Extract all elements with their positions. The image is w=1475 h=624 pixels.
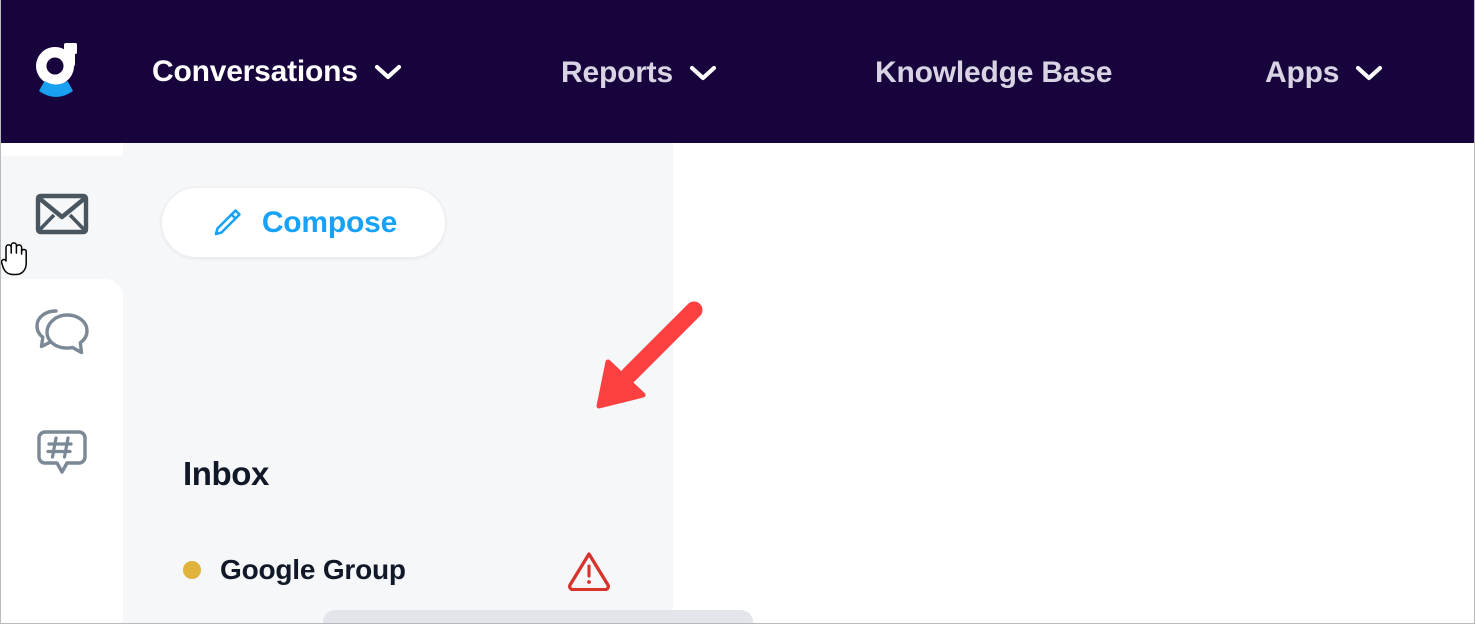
sidebar-item-email[interactable] [1,184,123,244]
gorgias-g-logo-icon [36,42,77,97]
chevron-down-icon [689,64,717,82]
inbox-sidebar: Compose Inbox Google Group Unassigned Mi… [123,143,753,623]
chevron-down-icon [1355,64,1383,82]
nav-item-apps[interactable]: Apps [1265,56,1383,90]
chevron-down-icon [374,63,402,81]
nav-item-knowledge-base-label: Knowledge Base [875,56,1113,89]
sidebar-item-social[interactable] [1,423,123,483]
sidebar-group-label: Google Group [220,554,406,585]
compose-button[interactable]: Compose [161,187,446,258]
compose-button-label: Compose [261,205,398,239]
nav-item-apps-label: Apps [1265,56,1340,89]
page-title: Inbox [183,455,269,492]
app-window: Conversations Reports Knowledge Base App… [0,0,1475,624]
brand-logo[interactable] [1,0,123,143]
warning-triangle-icon[interactable] [566,547,612,593]
hashtag-bubble-icon [37,430,87,474]
mail-icon [35,193,89,235]
sidebar-folder-unassigned[interactable]: Unassigned [323,610,753,623]
nav-item-knowledge-base[interactable]: Knowledge Base [875,56,1112,90]
chat-bubbles-icon [35,309,89,355]
nav-item-reports[interactable]: Reports [561,56,717,90]
left-icon-rail [1,143,123,623]
pencil-icon [210,206,244,240]
status-dot [183,561,201,579]
sidebar-group-google-group[interactable]: Google Group [183,547,653,593]
sidebar-item-chat[interactable] [1,303,123,363]
top-navigation-bar: Conversations Reports Knowledge Base App… [1,0,1474,143]
main-content-area [673,143,1474,623]
rail-top-strip [1,143,123,156]
nav-item-conversations-label: Conversations [152,55,358,88]
nav-item-conversations[interactable]: Conversations [152,55,402,89]
nav-item-reports-label: Reports [561,56,673,89]
